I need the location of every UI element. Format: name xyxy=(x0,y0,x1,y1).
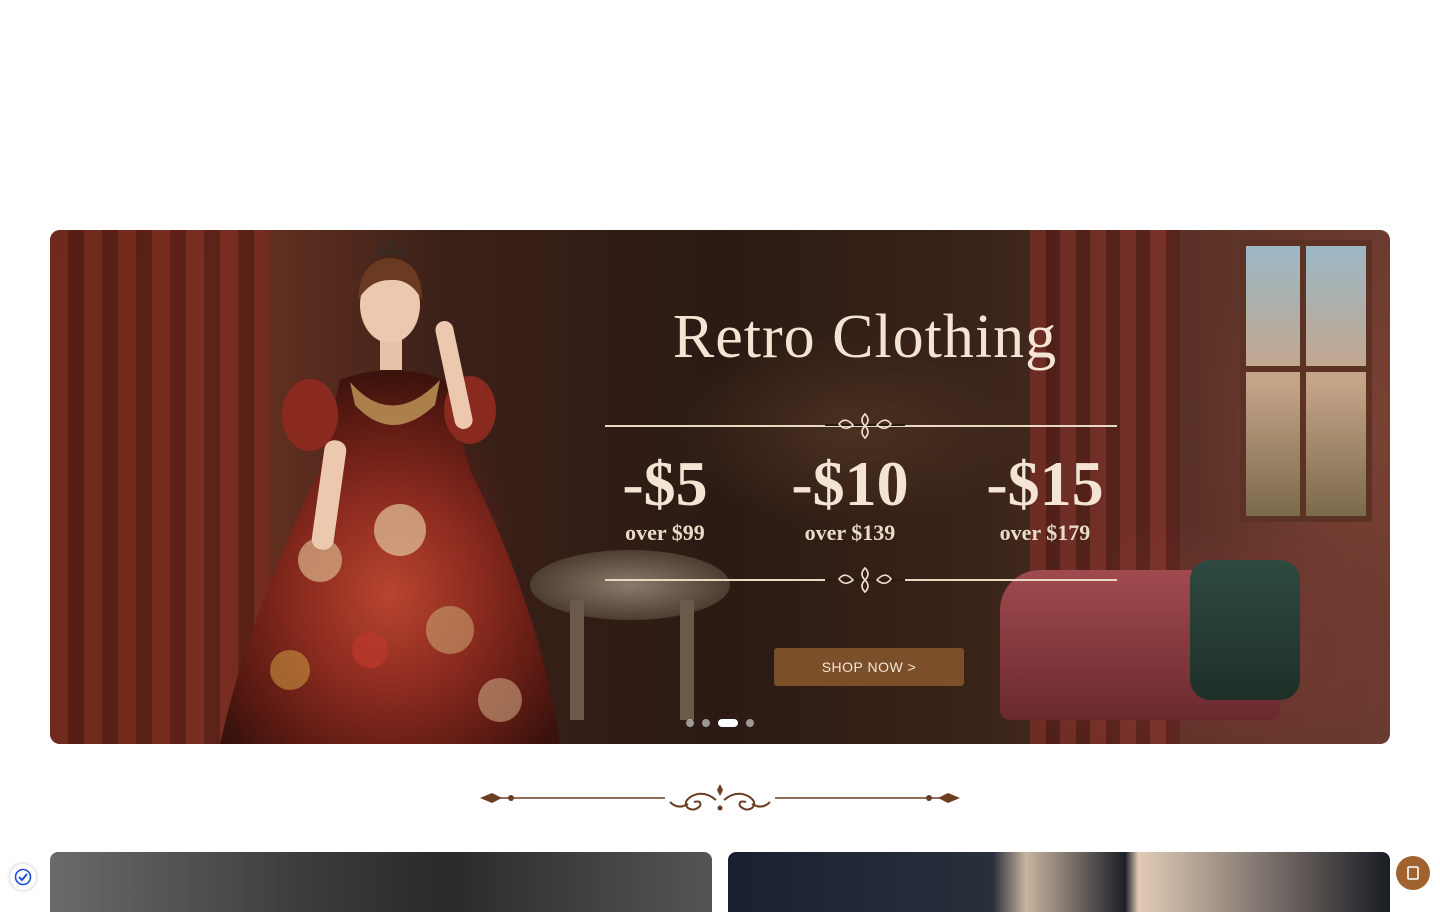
offer-amount: -$5 xyxy=(622,448,708,519)
chat-button[interactable] xyxy=(1396,856,1430,890)
offer-condition: over $99 xyxy=(625,520,705,545)
carousel-dot[interactable] xyxy=(702,719,710,727)
category-card-gothic[interactable] xyxy=(50,852,712,912)
offer-3: -$15 over $179 xyxy=(970,452,1120,546)
carousel-dot[interactable] xyxy=(746,719,754,727)
shield-check-icon xyxy=(14,868,32,886)
offer-condition: over $139 xyxy=(804,520,896,545)
offer-amount: -$10 xyxy=(791,448,909,519)
flourish-ornament-icon xyxy=(825,412,905,440)
offer-amount: -$15 xyxy=(986,448,1104,519)
hero-title: Retro Clothing xyxy=(672,303,1058,371)
category-card-menswear[interactable] xyxy=(728,852,1390,912)
carousel-dot[interactable] xyxy=(686,719,694,727)
carousel-indicators xyxy=(686,719,754,727)
hero-banner[interactable]: Retro Clothing -$5 over $99 -$10 over $1… xyxy=(50,230,1390,744)
chat-icon xyxy=(1407,866,1419,880)
offer-2: -$10 over $139 xyxy=(775,452,925,546)
offer-1: -$5 over $99 xyxy=(610,452,720,546)
promo-overlay: Retro Clothing -$5 over $99 -$10 over $1… xyxy=(50,230,1390,744)
carousel-dot-active[interactable] xyxy=(718,719,738,727)
flourish-ornament-icon xyxy=(825,566,905,594)
offer-condition: over $179 xyxy=(999,520,1091,545)
ornamental-divider xyxy=(480,784,960,812)
shop-now-button[interactable]: SHOP NOW > xyxy=(774,648,964,686)
privacy-settings-button[interactable] xyxy=(10,864,36,890)
